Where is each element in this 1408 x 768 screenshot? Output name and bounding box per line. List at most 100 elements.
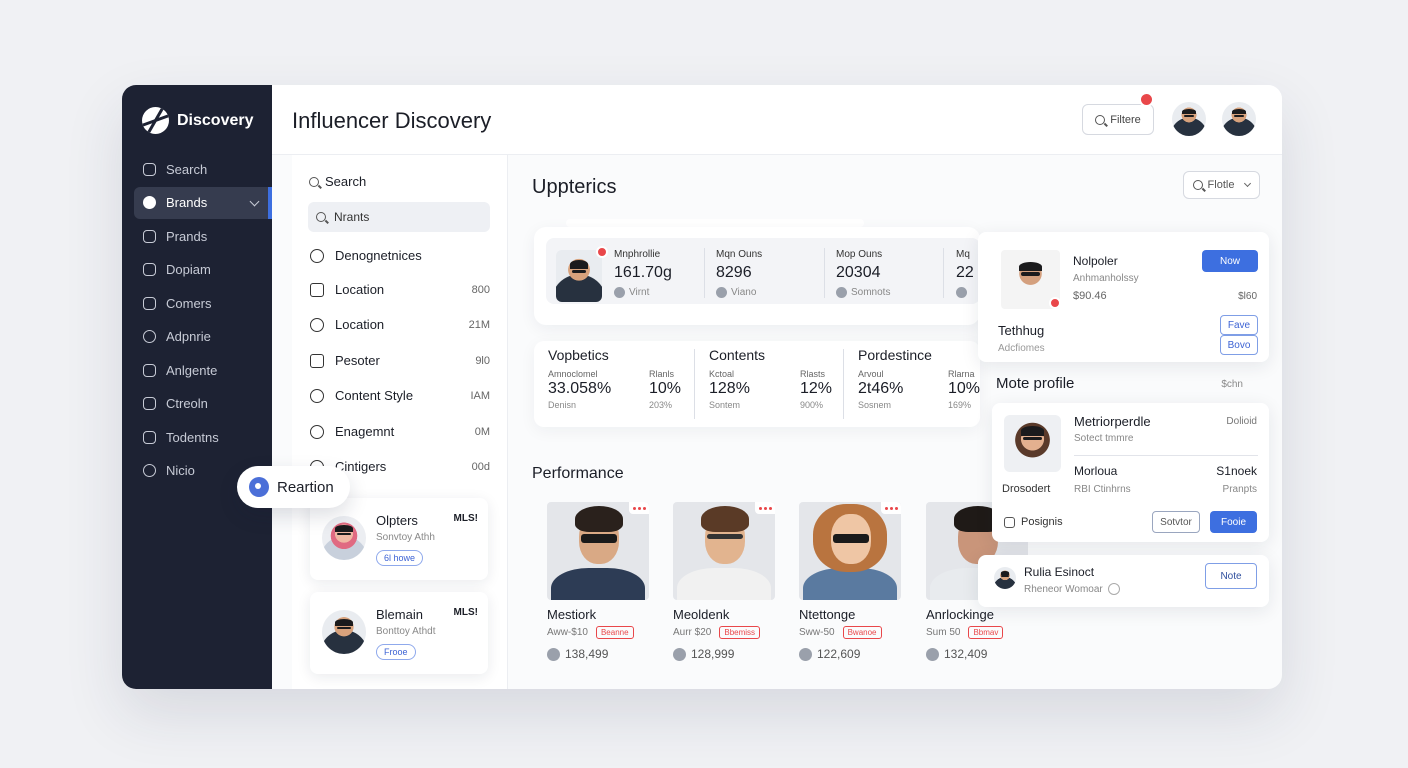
more-profile-card[interactable]: Metriorperdle Sotect tmmre Dolioid Morlo… [992, 403, 1269, 542]
filter-row-location[interactable]: Location 800 [310, 282, 490, 297]
profile-card[interactable]: Nolpoler Anhmanholssy $90.46 $l60 Now Te… [978, 232, 1269, 362]
sidebar-item-brands[interactable]: Brands [134, 186, 272, 219]
influencer-name: Mestiork [547, 607, 597, 622]
metric-value: 10% [649, 380, 682, 397]
filter-button[interactable]: Filtere [1082, 104, 1154, 135]
profile-label: Drosodert [1002, 483, 1051, 495]
stats-card: Mnphrollie 161.70g Virnt Mqn Ouns 8296 V… [534, 227, 980, 325]
eye-icon [614, 287, 625, 298]
divider [704, 248, 705, 298]
divider [566, 219, 864, 227]
filter-search-value: Nrants [334, 210, 370, 224]
candidate-badge: 6l howe [376, 550, 424, 566]
sidebar-item-label: Dopiam [166, 262, 211, 277]
avatar[interactable] [1172, 102, 1206, 136]
profile-row-sub: RBI Ctinhrns [1074, 484, 1131, 495]
reartion-label: Reartion [277, 478, 334, 496]
chevron-down-icon [1244, 179, 1252, 188]
divider [943, 248, 944, 298]
mini-profile-card[interactable]: Rulia Esinoct Rheneor Womoar Note [978, 555, 1269, 607]
sidebar-item-prands[interactable]: Prands [134, 220, 272, 252]
filter-row-count: 0M [474, 425, 490, 438]
followers-count: 128,999 [691, 647, 735, 661]
metric-foot: 169% [948, 400, 972, 410]
filter-row-content-style[interactable]: Content Style IAM [310, 388, 490, 403]
now-button-label: Now [1219, 255, 1240, 267]
profile-footer-label: Posignis [1021, 516, 1063, 528]
profile-row-sub-right: Pranpts [1222, 484, 1257, 495]
now-button[interactable]: Now [1202, 250, 1258, 272]
sidebar-item-label: Prands [166, 228, 208, 244]
profile-avatar[interactable] [556, 250, 602, 302]
sotvtor-button[interactable]: Sotvtor [1152, 511, 1200, 533]
sidebar-item-ctreoln[interactable]: Ctreoln [134, 388, 272, 420]
metric-foot: 203% [649, 400, 673, 410]
stat-label: Mq [956, 249, 970, 260]
avatar [994, 567, 1016, 589]
filter-row-label: Denognetnices [335, 248, 422, 263]
sidebar-item-dopiam[interactable]: Dopiam [134, 254, 272, 286]
bovo-button[interactable]: Bovo [1220, 335, 1258, 355]
fave-button[interactable]: Fave [1220, 315, 1258, 335]
avatar[interactable] [1222, 102, 1256, 136]
filter-row-demographics[interactable]: Denognetnices [310, 248, 490, 263]
metric-secondary: Rlanls 10% 203% [649, 369, 681, 410]
stat-item: Mqn Ouns 8296 Viano [716, 249, 762, 298]
sidebar-item-todentns[interactable]: Todentns [134, 421, 272, 453]
influencer-card[interactable]: Ntettonge Sww-50 Bwanoe 122,609 [799, 502, 901, 661]
influencer-photo [547, 502, 649, 600]
fooie-button[interactable]: Fooie [1210, 511, 1257, 533]
metric-group: Contents Kctoal 128% Sontem Rlasts 12% 9… [709, 347, 839, 410]
hair [575, 506, 623, 532]
filter-search-input[interactable]: Nrants [308, 202, 490, 232]
candidate-card[interactable]: Olpters Sonvtoy Athh 6l howe MLS! [310, 498, 488, 580]
sidebar-item-comers[interactable]: Comers [134, 287, 272, 319]
fooie-button-label: Fooie [1220, 516, 1246, 528]
sidebar-item-search[interactable]: Search [134, 153, 272, 185]
notification-badge [1139, 92, 1154, 107]
note-button[interactable]: Note [1205, 563, 1257, 589]
status-dot [1049, 297, 1061, 309]
profile-row-name: Morloua [1074, 464, 1118, 478]
sotvtor-button-label: Sotvtor [1160, 516, 1192, 528]
influencer-followers: 132,409 [926, 647, 1028, 661]
influencer-card[interactable]: Mestiork Aww-$10 Beanne 138,499 [547, 502, 649, 661]
divider [1074, 455, 1258, 456]
brand[interactable]: Discovery [142, 107, 254, 134]
more-icon[interactable] [755, 502, 775, 514]
profile-price: $90.46 [1073, 290, 1107, 302]
candidate-tag: MLS! [453, 607, 478, 618]
metric-secondary: Rlarna 10% 169% [948, 369, 980, 410]
influencer-rate: Sww-50 [799, 627, 835, 638]
filter-row-pesoter[interactable]: Pesoter 9l0 [310, 353, 490, 368]
reartion-chip[interactable]: Reartion [237, 466, 350, 508]
tag-icon [143, 229, 156, 243]
influencer-tag: Bbmav [968, 626, 1004, 639]
briefcase-icon [143, 430, 156, 444]
eye-icon [956, 287, 967, 298]
hair [701, 506, 749, 532]
more-icon[interactable] [881, 502, 901, 514]
influencer-followers: 138,499 [547, 647, 649, 661]
check-icon [143, 363, 156, 377]
more-icon[interactable] [629, 502, 649, 514]
influencer-followers: 128,999 [673, 647, 775, 661]
metric-label: Rlasts [800, 369, 826, 379]
search-icon [316, 212, 326, 222]
influencer-card[interactable]: Meoldenk Aurr $20 Bbemiss 128,999 [673, 502, 775, 661]
filter-row-location-2[interactable]: Location 21M [310, 317, 490, 332]
metric-secondary: Rlasts 12% 900% [800, 369, 832, 410]
sidebar-item-anlgente[interactable]: Anlgente [134, 354, 272, 386]
divider [843, 349, 844, 419]
sidebar-nav: Search Brands Prands Dopiam Comers Adpnr… [134, 153, 272, 488]
filter-row-engagement[interactable]: Enagemnt 0M [310, 424, 490, 439]
sunglasses-icon [581, 534, 617, 543]
profile-name: Nolpoler [1073, 254, 1118, 268]
influencer-tag: Beanne [595, 626, 634, 639]
followers-icon [547, 647, 560, 661]
sidebar-item-adpnrie[interactable]: Adpnrie [134, 321, 272, 353]
candidate-card[interactable]: Blemain Bonttoy Athdt Frooe MLS! [310, 592, 488, 674]
stat-sub-label: Virnt [629, 287, 650, 298]
glasses-icon [707, 534, 743, 539]
main-filter-dropdown[interactable]: Flotle [1183, 171, 1260, 199]
